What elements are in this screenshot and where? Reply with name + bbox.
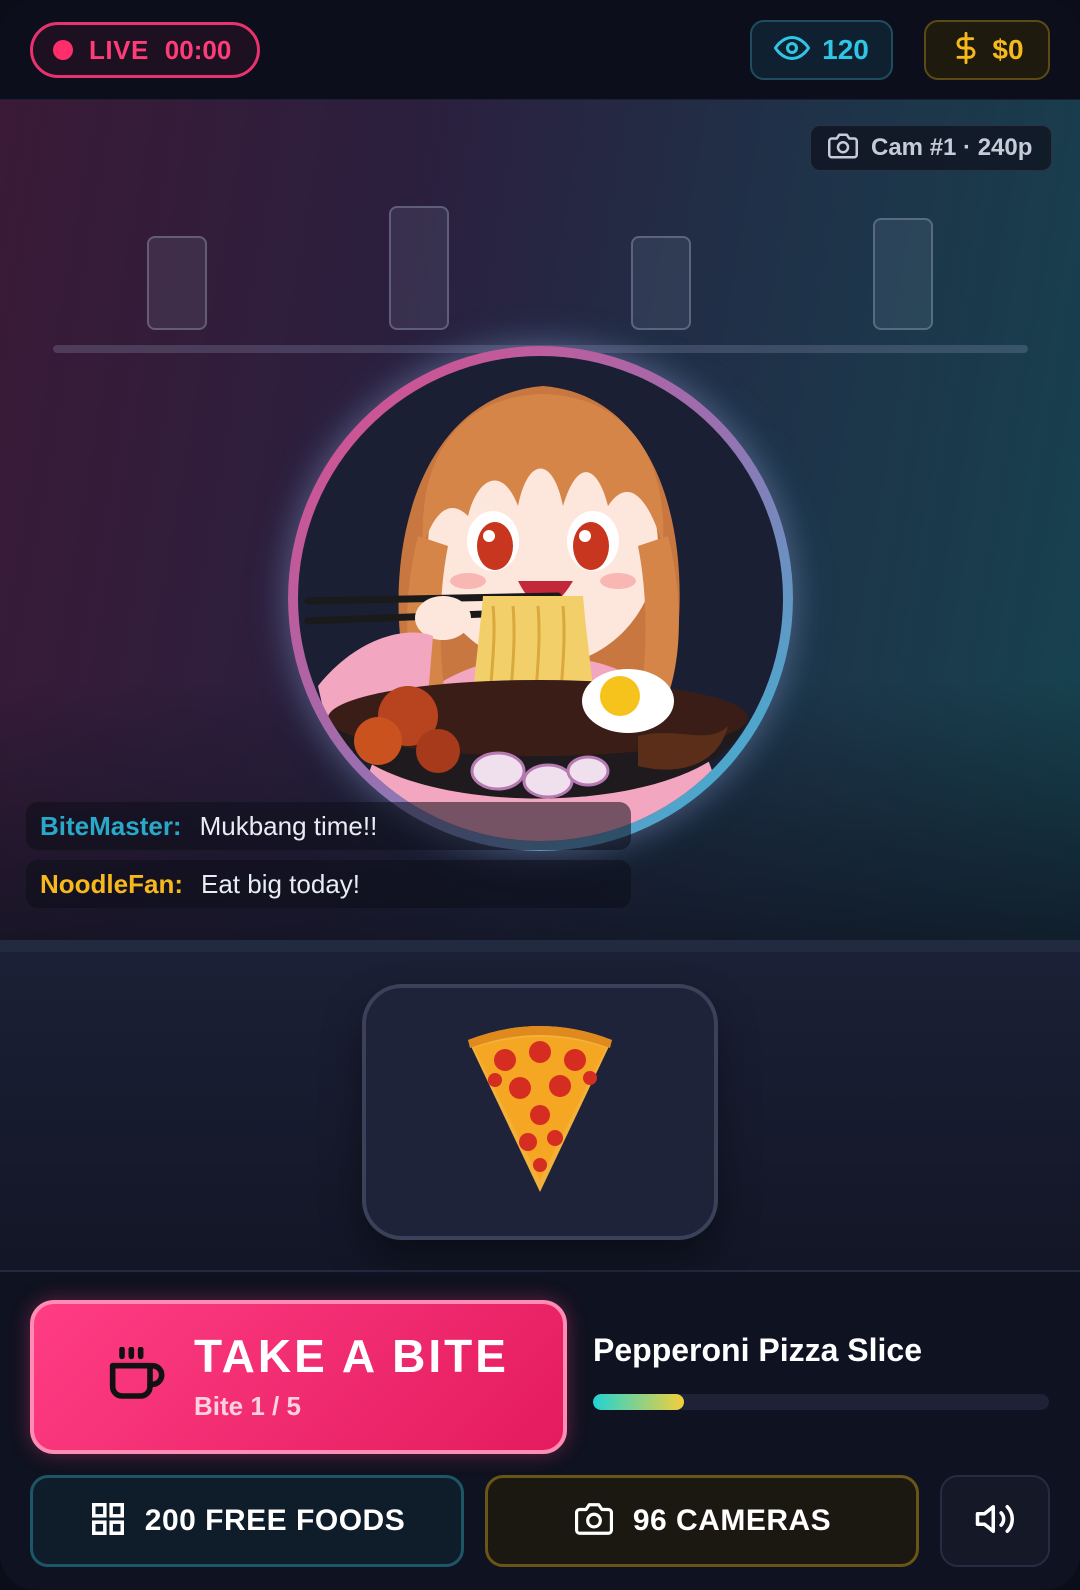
- camera-icon: [827, 131, 859, 166]
- pizza-slice-icon: [460, 1020, 620, 1205]
- shelf-jar: [147, 236, 207, 330]
- controls-panel: TAKE A BITE Bite 1 / 5 Pepperoni Pizza S…: [0, 1272, 1080, 1590]
- live-status-badge: LIVE 00:00: [30, 22, 260, 78]
- food-name: Pepperoni Pizza Slice: [593, 1332, 922, 1368]
- money-badge: $0: [924, 20, 1050, 80]
- shelf-jar: [873, 218, 933, 330]
- game-screen: LIVE 00:00 120 $0 Cam #1 · 240p BiteMast…: [0, 0, 1080, 1590]
- streamer-portrait: [298, 356, 783, 841]
- stream-view: Cam #1 · 240p BiteMaster: Mukbang time!!…: [0, 100, 1080, 940]
- bite-button-texts: TAKE A BITE Bite 1 / 5: [194, 1333, 509, 1422]
- camera-label: Cam #1 · 240p: [871, 134, 1033, 161]
- live-label: LIVE: [89, 34, 149, 65]
- current-food-card[interactable]: [362, 984, 718, 1240]
- top-bar: LIVE 00:00 120 $0: [0, 0, 1080, 100]
- dollar-icon: [950, 30, 982, 71]
- viewer-count: 120: [822, 34, 869, 65]
- shelf-jar: [389, 206, 449, 330]
- section-divider: [0, 940, 1080, 952]
- camera-badge: Cam #1 · 240p: [810, 125, 1052, 171]
- chat-text: Eat big today!: [201, 868, 360, 899]
- grid-icon: [89, 1500, 127, 1543]
- food-stage: [0, 952, 1080, 1272]
- eating-progress-bar: [593, 1394, 1049, 1410]
- take-a-bite-button[interactable]: TAKE A BITE Bite 1 / 5: [30, 1300, 567, 1454]
- chat-username: NoodleFan:: [40, 868, 183, 899]
- live-timer: 00:00: [164, 34, 232, 65]
- shelf-jar: [631, 236, 691, 330]
- sound-toggle-button[interactable]: [940, 1475, 1050, 1567]
- coffee-cup-icon: [106, 1346, 166, 1408]
- cameras-label: 96 CAMERAS: [632, 1504, 832, 1537]
- eye-icon: [774, 30, 811, 71]
- streamer-avatar: [288, 346, 793, 851]
- camera-icon: [573, 1500, 615, 1543]
- eating-progress-fill: [593, 1394, 685, 1410]
- cameras-button[interactable]: 96 CAMERAS: [485, 1475, 919, 1567]
- chat-text: Mukbang time!!: [199, 810, 378, 841]
- speaker-icon: [974, 1498, 1016, 1545]
- bite-button-title: TAKE A BITE: [194, 1329, 509, 1382]
- free-foods-label: 200 FREE FOODS: [144, 1504, 406, 1537]
- live-dot-icon: [53, 40, 73, 60]
- money-amount: $0: [992, 34, 1024, 65]
- chat-username: BiteMaster:: [40, 810, 182, 841]
- bite-counter: Bite 1 / 5: [194, 1390, 301, 1421]
- chat-message: BiteMaster: Mukbang time!!: [26, 802, 631, 850]
- viewer-count-badge: 120: [750, 20, 893, 80]
- free-foods-button[interactable]: 200 FREE FOODS: [30, 1475, 464, 1567]
- chat-message: NoodleFan: Eat big today!: [26, 860, 631, 908]
